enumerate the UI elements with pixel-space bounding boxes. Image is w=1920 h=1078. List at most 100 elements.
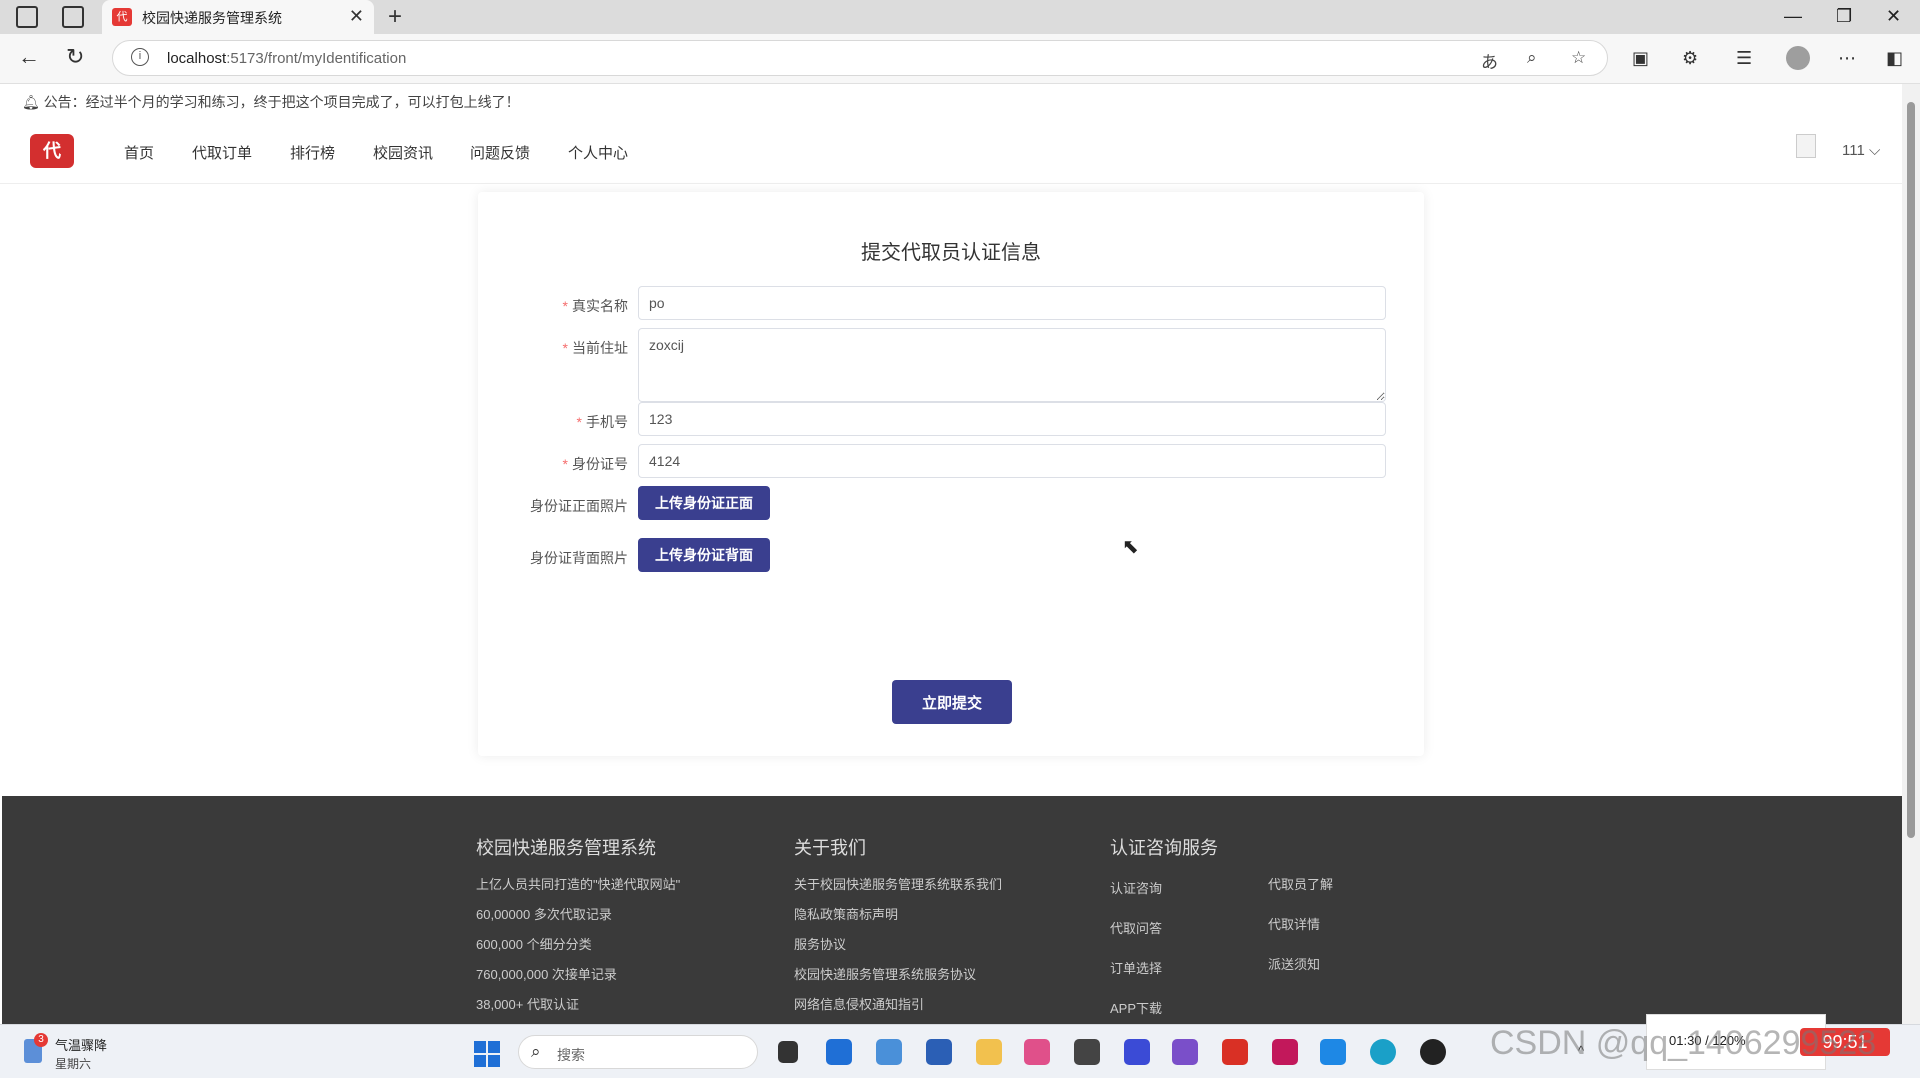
weather-day: 星期六 (55, 1057, 92, 1071)
sidebar-icon[interactable]: ◧ (1886, 48, 1903, 69)
editor-app-icon[interactable] (1124, 1039, 1150, 1065)
visual-studio-icon[interactable] (1172, 1039, 1198, 1065)
restore-icon[interactable]: ❐ (1836, 6, 1852, 27)
workspaces-icon[interactable] (16, 6, 38, 28)
idcard-back-label: 身份证背面照片 (530, 550, 628, 566)
minimize-icon[interactable]: — (1784, 6, 1802, 27)
footer-col3-item[interactable]: 派送须知 (1268, 954, 1320, 973)
nav-home[interactable]: 首页 (124, 142, 154, 163)
tab-title: 校园快递服务管理系统 (142, 10, 282, 26)
tab-actions-icon[interactable] (62, 6, 84, 28)
unity-icon[interactable] (1074, 1039, 1100, 1065)
name-label: * 真实名称 (562, 298, 628, 314)
weather-title[interactable]: 气温骤降 (55, 1035, 107, 1054)
footer-col2-item[interactable]: 关于校园快递服务管理系统联系我们 (794, 874, 1002, 893)
footer-col1-item[interactable]: 38,000+ 代取认证 (476, 994, 579, 1013)
address-toolbar: ← ↻ i localhost:5173/front/myIdentificat… (0, 34, 1920, 84)
windows-start-icon[interactable] (474, 1041, 500, 1067)
upload-back-button[interactable]: 上传身份证背面 (638, 538, 770, 572)
media-app-icon[interactable] (1024, 1039, 1050, 1065)
idcard-front-label: 身份证正面照片 (530, 498, 628, 514)
footer-col3-item[interactable]: 代取问答 (1110, 918, 1162, 937)
favorite-star-icon[interactable]: ☆ (1571, 48, 1586, 68)
footer-col3-item[interactable]: 代取详情 (1268, 914, 1320, 933)
store-icon[interactable] (926, 1039, 952, 1065)
phone-input[interactable] (638, 402, 1386, 436)
footer-col1-item[interactable]: 600,000 个细分分类 (476, 934, 592, 953)
idcard-label: * 身份证号 (562, 456, 628, 472)
photos-icon[interactable] (826, 1039, 852, 1065)
back-icon[interactable]: ← (18, 44, 40, 70)
new-tab-icon[interactable]: + (388, 3, 402, 31)
site-header: 代 首页 代取订单 排行榜 校园资讯 问题反馈 个人中心 111 ⌵ (0, 118, 1902, 184)
identification-form-card: 提交代取员认证信息 *真实名称 *当前住址 zoxcij *手机号 *身份证号 … (478, 192, 1424, 756)
tab-close-icon[interactable]: ✕ (349, 6, 364, 27)
intellij-icon[interactable] (1272, 1039, 1298, 1065)
read-aloud-icon[interactable]: あ (1481, 48, 1498, 73)
footer-col2-item[interactable]: 隐私政策商标声明 (794, 904, 898, 923)
refresh-icon[interactable]: ↻ (66, 44, 84, 70)
scrollbar-thumb[interactable] (1907, 102, 1915, 838)
footer-col1-item[interactable]: 上亿人员共同打造的"快递代取网站" (476, 874, 680, 893)
announcement-bar: 🔔︎ 公告：经过半个月的学习和练习，终于把这个项目完成了，可以打包上线了！ (22, 92, 520, 112)
footer-col2-title: 关于我们 (794, 838, 866, 858)
web-page: 🔔︎ 公告：经过半个月的学习和练习，终于把这个项目完成了，可以打包上线了！ 代 … (0, 84, 1902, 1024)
user-menu[interactable]: 111 ⌵ (1842, 142, 1880, 159)
edge-browser-icon[interactable] (1370, 1039, 1396, 1065)
vscode-icon[interactable] (1320, 1039, 1346, 1065)
close-window-icon[interactable]: ✕ (1886, 6, 1901, 27)
footer-col2-item[interactable]: 校园快递服务管理系统服务协议 (794, 964, 976, 983)
split-screen-icon[interactable]: ▣ (1632, 48, 1649, 69)
site-footer: 校园快递服务管理系统 上亿人员共同打造的"快递代取网站" 60,00000 多次… (2, 796, 1902, 1024)
footer-col1-item[interactable]: 60,00000 多次代取记录 (476, 904, 612, 923)
settings-app-icon[interactable] (876, 1039, 902, 1065)
phone-label: * 手机号 (576, 414, 628, 430)
profile-avatar[interactable] (1786, 46, 1810, 70)
favorites-icon[interactable]: ☰ (1736, 48, 1752, 69)
footer-col3-item[interactable]: 认证咨询 (1110, 878, 1162, 897)
url-bar[interactable]: i localhost:5173/front/myIdentification … (112, 40, 1608, 76)
weather-badge: 3 (34, 1033, 48, 1047)
file-explorer-icon[interactable] (778, 1041, 798, 1063)
page-scrollbar[interactable] (1902, 84, 1920, 1024)
address-textarea[interactable]: zoxcij (638, 328, 1386, 402)
nav-ranking[interactable]: 排行榜 (290, 142, 335, 163)
search-icon: ⌕ (531, 1042, 541, 1061)
submit-button[interactable]: 立即提交 (892, 680, 1012, 724)
nav-profile[interactable]: 个人中心 (568, 142, 628, 163)
footer-col2-item[interactable]: 网络信息侵权通知指引 (794, 994, 924, 1013)
footer-col3-item[interactable]: APP下载 (1110, 998, 1162, 1017)
footer-col1-item[interactable]: 760,000,000 次接单记录 (476, 964, 617, 983)
browser-tab-active[interactable]: 代 校园快递服务管理系统 ✕ (102, 0, 374, 34)
site-logo[interactable]: 代 (30, 134, 74, 168)
user-avatar[interactable] (1796, 134, 1816, 158)
chevron-down-icon: ⌵ (1864, 142, 1881, 159)
idcard-input[interactable] (638, 444, 1386, 478)
browser-tab-bar: 代 校园快递服务管理系统 ✕ + — ❐ ✕ (0, 0, 1920, 34)
qq-icon[interactable] (1420, 1039, 1446, 1065)
site-favicon-icon: 代 (112, 8, 132, 26)
mouse-cursor-icon: ⬉ (1122, 536, 1139, 558)
wps-icon[interactable] (1222, 1039, 1248, 1065)
folder-icon[interactable] (976, 1039, 1002, 1065)
real-name-input[interactable] (638, 286, 1386, 320)
nav-orders[interactable]: 代取订单 (192, 142, 252, 163)
more-menu-icon[interactable]: ⋯ (1838, 48, 1856, 69)
extensions-icon[interactable]: ⚙ (1682, 48, 1698, 69)
announcement-text: 公告：经过半个月的学习和练习，终于把这个项目完成了，可以打包上线了！ (43, 94, 520, 110)
nav-feedback[interactable]: 问题反馈 (470, 142, 530, 163)
bell-icon: 🔔︎ (22, 94, 40, 110)
site-info-icon[interactable]: i (131, 48, 149, 66)
form-title: 提交代取员认证信息 (861, 242, 1041, 264)
footer-col1-title: 校园快递服务管理系统 (476, 838, 656, 858)
footer-col3-item[interactable]: 代取员了解 (1268, 874, 1333, 893)
upload-front-button[interactable]: 上传身份证正面 (638, 486, 770, 520)
address-label: * 当前住址 (562, 340, 628, 356)
taskbar-search[interactable]: ⌕ 搜索 (518, 1035, 758, 1069)
nav-news[interactable]: 校园资讯 (373, 142, 433, 163)
zoom-icon[interactable]: ⌕ (1527, 48, 1537, 68)
csdn-watermark: CSDN @qq_1406299528 (1490, 1024, 1877, 1062)
footer-col2-item[interactable]: 服务协议 (794, 934, 846, 953)
url-text[interactable]: localhost:5173/front/myIdentification (167, 50, 406, 67)
footer-col3-item[interactable]: 订单选择 (1110, 958, 1162, 977)
